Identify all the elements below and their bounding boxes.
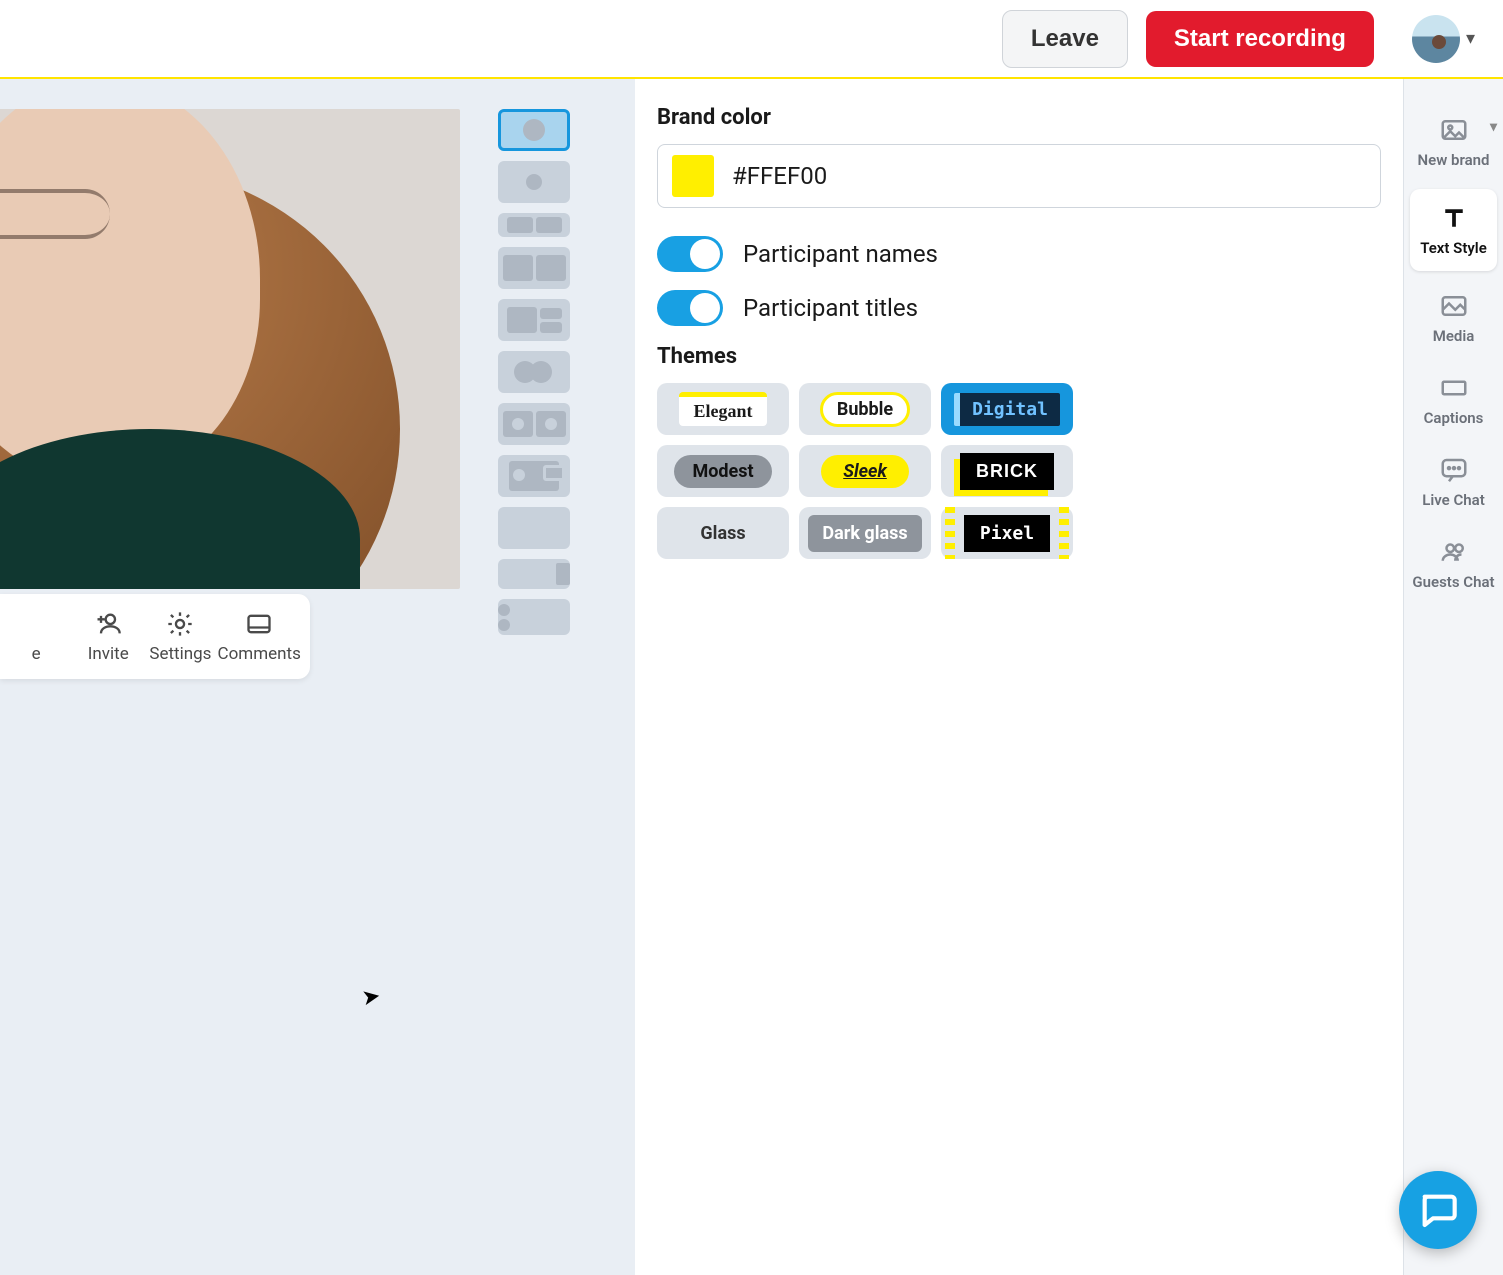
toggle-titles-label: Participant titles <box>743 294 918 322</box>
theme-brick[interactable]: BRICK <box>941 445 1073 497</box>
sidebar-item-new-brand[interactable]: New brand ▾ <box>1404 101 1503 183</box>
chat-icon <box>1439 455 1469 485</box>
theme-elegant[interactable]: Elegant <box>657 383 789 435</box>
cursor-icon: ➤ <box>360 984 382 1012</box>
control-icon <box>22 610 50 638</box>
layout-option-two[interactable] <box>498 247 570 289</box>
comments-button[interactable]: Comments <box>218 610 301 664</box>
comments-icon <box>245 610 273 638</box>
sidebar-item-guests-chat[interactable]: Guests Chat <box>1404 523 1503 605</box>
toggle-names-label: Participant names <box>743 240 938 268</box>
theme-modest[interactable]: Modest <box>657 445 789 497</box>
theme-dark-glass[interactable]: Dark glass <box>799 507 931 559</box>
sidebar-item-live-chat[interactable]: Live Chat <box>1404 441 1503 523</box>
person-add-icon <box>94 610 122 638</box>
layout-option-pip[interactable] <box>498 455 570 497</box>
leave-button[interactable]: Leave <box>1002 10 1128 68</box>
layout-option-1plus2[interactable] <box>498 299 570 341</box>
top-bar: Leave Start recording ▾ <box>0 0 1503 79</box>
layout-option-single[interactable] <box>498 109 570 151</box>
captions-icon <box>1439 373 1469 403</box>
call-control-truncated[interactable]: e <box>1 610 71 664</box>
brand-color-input[interactable]: #FFEF00 <box>657 144 1381 208</box>
right-sidebar: New brand ▾ Text Style Media Captions <box>1403 79 1503 1275</box>
image-icon <box>1439 115 1469 145</box>
main-canvas: e Invite Settings Comments <box>0 79 1503 1275</box>
layout-picker <box>498 109 570 635</box>
support-chat-fab[interactable] <box>1399 1171 1477 1249</box>
theme-pixel[interactable]: Pixel <box>941 507 1073 559</box>
color-swatch <box>672 155 714 197</box>
start-recording-button[interactable]: Start recording <box>1146 11 1374 67</box>
sidebar-item-media[interactable]: Media <box>1404 277 1503 359</box>
brand-panel: Brand color #FFEF00 Participant names Pa… <box>635 79 1403 1275</box>
profile-menu[interactable]: ▾ <box>1412 15 1475 63</box>
settings-button[interactable]: Settings <box>145 610 215 664</box>
video-preview <box>0 109 460 589</box>
layout-option-wide-side[interactable] <box>498 559 570 589</box>
layout-option-two-people[interactable] <box>498 403 570 445</box>
avatar <box>1412 15 1460 63</box>
layout-option-blank[interactable] <box>498 507 570 549</box>
call-controls: e Invite Settings Comments <box>0 594 310 679</box>
layout-option-overlap[interactable] <box>498 351 570 393</box>
theme-glass[interactable]: Glass <box>657 507 789 559</box>
chevron-down-icon: ▾ <box>1466 28 1475 49</box>
theme-digital[interactable]: Digital <box>941 383 1073 435</box>
themes-heading: Themes <box>657 344 1381 369</box>
chevron-down-icon: ▾ <box>1490 119 1497 135</box>
text-icon <box>1439 203 1469 233</box>
layout-option-two-small[interactable] <box>498 213 570 237</box>
brand-color-heading: Brand color <box>657 105 1381 130</box>
sidebar-item-captions[interactable]: Captions <box>1404 359 1503 441</box>
gear-icon <box>166 610 194 638</box>
theme-sleek[interactable]: Sleek <box>799 445 931 497</box>
invite-button[interactable]: Invite <box>73 610 143 664</box>
theme-bubble[interactable]: Bubble <box>799 383 931 435</box>
layout-option-stack[interactable] <box>498 599 570 635</box>
toggle-participant-names[interactable] <box>657 236 723 272</box>
theme-grid: Elegant Bubble Digital Modest Sleek BRIC… <box>657 383 1381 559</box>
toggle-participant-titles[interactable] <box>657 290 723 326</box>
media-icon <box>1439 291 1469 321</box>
guests-icon <box>1439 537 1469 567</box>
sidebar-item-text-style[interactable]: Text Style <box>1410 189 1497 271</box>
brand-color-value: #FFEF00 <box>732 162 827 190</box>
layout-option-single-2[interactable] <box>498 161 570 203</box>
chat-bubble-icon <box>1418 1190 1458 1230</box>
